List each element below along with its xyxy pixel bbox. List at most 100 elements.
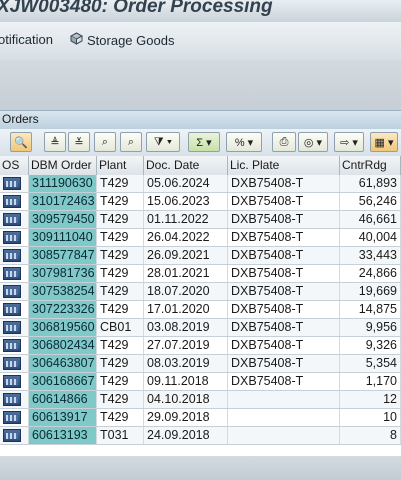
table-row[interactable]: 310172463 T429 15.06.2023 DXB75408-T 56,246 (0, 193, 401, 211)
cell-cntrrdg[interactable]: 8 (340, 427, 401, 444)
cell-dbm-order[interactable]: 306819560 (29, 319, 97, 336)
more-find-button[interactable]: ⌕ (120, 132, 142, 152)
cell-lic-plate[interactable]: DXB75408-T (228, 283, 340, 300)
table-row[interactable]: 309579450 T429 01.11.2022 DXB75408-T 46,661 (0, 211, 401, 229)
cell-os[interactable] (0, 247, 29, 264)
table-row[interactable]: 307223326 T429 17.01.2020 DXB75408-T 14,875 (0, 301, 401, 319)
cell-os[interactable] (0, 265, 29, 282)
cell-doc-date[interactable]: 09.11.2018 (144, 373, 228, 390)
cell-doc-date[interactable]: 29.09.2018 (144, 409, 228, 426)
cell-os[interactable] (0, 337, 29, 354)
cell-plant[interactable]: T429 (97, 283, 144, 300)
cell-plant[interactable]: T031 (97, 427, 144, 444)
sum-button[interactable]: Σ ▾ (188, 132, 220, 152)
table-row[interactable]: 60613193 T031 24.09.2018 8 (0, 427, 401, 445)
cell-plant[interactable]: T429 (97, 355, 144, 372)
column-header-cntrrdg[interactable]: CntrRdg (340, 156, 401, 175)
details-button[interactable]: 🔍 (10, 132, 32, 152)
cell-os[interactable] (0, 211, 29, 228)
cell-os[interactable] (0, 301, 29, 318)
cell-plant[interactable]: T429 (97, 373, 144, 390)
cell-lic-plate[interactable]: DXB75408-T (228, 355, 340, 372)
cell-plant[interactable]: T429 (97, 193, 144, 210)
sort-ascending-button[interactable]: ≜ (44, 132, 66, 152)
cell-plant[interactable]: T429 (97, 265, 144, 282)
cell-dbm-order[interactable]: 60614866 (29, 391, 97, 408)
cell-cntrrdg[interactable]: 9,326 (340, 337, 401, 354)
cell-lic-plate[interactable]: DXB75408-T (228, 193, 340, 210)
cell-cntrrdg[interactable]: 10 (340, 409, 401, 426)
cell-dbm-order[interactable]: 309111040 (29, 229, 97, 246)
object-status-icon[interactable] (3, 267, 21, 280)
cell-os[interactable] (0, 319, 29, 336)
column-header-lic-plate[interactable]: Lic. Plate (228, 156, 340, 175)
cell-doc-date[interactable]: 26.04.2022 (144, 229, 228, 246)
table-row[interactable]: 306463807 T429 08.03.2019 DXB75408-T 5,354 (0, 355, 401, 373)
object-status-icon[interactable] (3, 177, 21, 190)
cell-os[interactable] (0, 391, 29, 408)
cell-plant[interactable]: T429 (97, 409, 144, 426)
cell-doc-date[interactable]: 26.09.2021 (144, 247, 228, 264)
cell-lic-plate[interactable]: DXB75408-T (228, 373, 340, 390)
cell-os[interactable] (0, 193, 29, 210)
table-row[interactable]: 311190630 T429 05.06.2024 DXB75408-T 61,893 (0, 175, 401, 193)
cell-lic-plate[interactable]: DXB75408-T (228, 211, 340, 228)
cell-doc-date[interactable]: 08.03.2019 (144, 355, 228, 372)
cell-dbm-order[interactable]: 307223326 (29, 301, 97, 318)
cell-lic-plate[interactable]: DXB75408-T (228, 229, 340, 246)
cell-cntrrdg[interactable]: 33,443 (340, 247, 401, 264)
cell-os[interactable] (0, 409, 29, 426)
cell-cntrrdg[interactable]: 56,246 (340, 193, 401, 210)
cell-cntrrdg[interactable]: 46,661 (340, 211, 401, 228)
object-status-icon[interactable] (3, 393, 21, 406)
column-header-os[interactable]: OS (0, 156, 29, 175)
cell-cntrrdg[interactable]: 24,866 (340, 265, 401, 282)
cell-cntrrdg[interactable]: 40,004 (340, 229, 401, 246)
cell-lic-plate[interactable] (228, 391, 340, 408)
cell-doc-date[interactable]: 27.07.2019 (144, 337, 228, 354)
cell-lic-plate[interactable]: DXB75408-T (228, 175, 340, 192)
cell-plant[interactable]: T429 (97, 229, 144, 246)
storage-goods-button[interactable]: Storage Goods (69, 32, 174, 48)
object-status-icon[interactable] (3, 285, 21, 298)
cell-cntrrdg[interactable]: 12 (340, 391, 401, 408)
object-status-icon[interactable] (3, 231, 21, 244)
cell-os[interactable] (0, 373, 29, 390)
cell-dbm-order[interactable]: 309579450 (29, 211, 97, 228)
cell-dbm-order[interactable]: 60613193 (29, 427, 97, 444)
cell-plant[interactable]: T429 (97, 175, 144, 192)
object-status-icon[interactable] (3, 429, 21, 442)
cell-lic-plate[interactable]: DXB75408-T (228, 301, 340, 318)
column-header-dbm-order[interactable]: DBM Order (29, 156, 97, 175)
table-row[interactable]: 307981736 T429 28.01.2021 DXB75408-T 24,866 (0, 265, 401, 283)
cell-dbm-order[interactable]: 60613917 (29, 409, 97, 426)
views-button[interactable]: ◎ ▾ (298, 132, 328, 152)
cell-dbm-order[interactable]: 306463807 (29, 355, 97, 372)
cell-os[interactable] (0, 175, 29, 192)
cell-doc-date[interactable]: 05.06.2024 (144, 175, 228, 192)
cell-cntrrdg[interactable]: 14,875 (340, 301, 401, 318)
export-button[interactable]: ⇨ ▾ (334, 132, 364, 152)
subtotal-button[interactable]: % ▾ (226, 132, 262, 152)
cell-cntrrdg[interactable]: 5,354 (340, 355, 401, 372)
cell-lic-plate[interactable]: DXB75408-T (228, 319, 340, 336)
table-row[interactable]: 306819560 CB01 03.08.2019 DXB75408-T 9,956 (0, 319, 401, 337)
cell-plant[interactable]: T429 (97, 247, 144, 264)
cell-lic-plate[interactable] (228, 427, 340, 444)
cell-doc-date[interactable]: 18.07.2020 (144, 283, 228, 300)
cell-cntrrdg[interactable]: 61,893 (340, 175, 401, 192)
layout-button[interactable]: ▦ ▾ (370, 132, 398, 152)
object-status-icon[interactable] (3, 303, 21, 316)
table-row[interactable]: 309111040 T429 26.04.2022 DXB75408-T 40,004 (0, 229, 401, 247)
filter-button[interactable]: ⧩ ▾ (146, 132, 180, 152)
cell-doc-date[interactable]: 15.06.2023 (144, 193, 228, 210)
print-button[interactable]: ⎙ (272, 132, 296, 152)
cell-doc-date[interactable]: 28.01.2021 (144, 265, 228, 282)
object-status-icon[interactable] (3, 375, 21, 388)
cell-cntrrdg[interactable]: 19,669 (340, 283, 401, 300)
cell-lic-plate[interactable]: DXB75408-T (228, 337, 340, 354)
table-row[interactable]: 306168667 T429 09.11.2018 DXB75408-T 1,170 (0, 373, 401, 391)
cell-dbm-order[interactable]: 308577847 (29, 247, 97, 264)
cell-dbm-order[interactable]: 310172463 (29, 193, 97, 210)
object-status-icon[interactable] (3, 411, 21, 424)
